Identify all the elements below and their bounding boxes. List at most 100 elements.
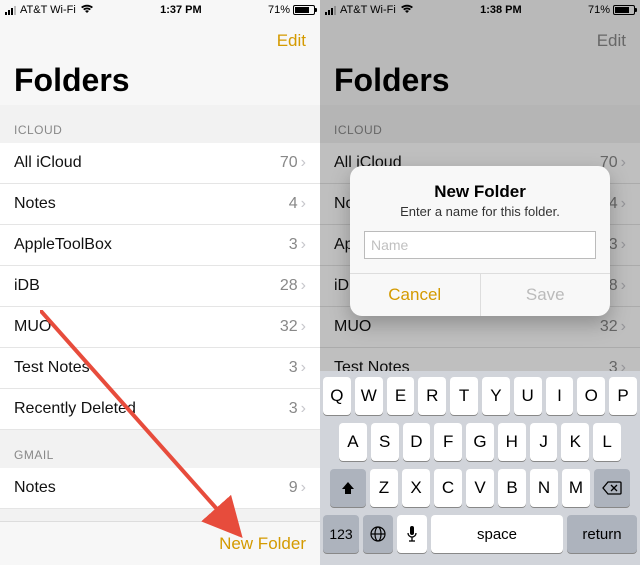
section-header-icloud: ICLOUD — [320, 105, 640, 143]
battery-icon — [293, 5, 315, 15]
chevron-right-icon: › — [301, 154, 306, 172]
chevron-right-icon: › — [621, 154, 626, 172]
key-l[interactable]: L — [593, 423, 621, 461]
key-shift[interactable] — [330, 469, 366, 507]
status-bar: AT&T Wi-Fi 1:37 PM 71% — [0, 0, 320, 20]
chevron-right-icon: › — [301, 277, 306, 295]
key-y[interactable]: Y — [482, 377, 510, 415]
status-bar: AT&T Wi-Fi 1:38 PM 71% — [320, 0, 640, 20]
page-title: Folders — [320, 62, 640, 105]
key-n[interactable]: N — [530, 469, 558, 507]
key-d[interactable]: D — [403, 423, 431, 461]
key-return[interactable]: return — [567, 515, 637, 553]
battery-pct: 71% — [268, 4, 290, 16]
wifi-icon — [400, 3, 414, 17]
folder-row[interactable]: Notes9› — [0, 468, 320, 509]
folder-row[interactable]: Test Notes3› — [0, 348, 320, 389]
folder-count: 70 — [280, 154, 298, 172]
key-v[interactable]: V — [466, 469, 494, 507]
chevron-right-icon: › — [301, 195, 306, 213]
navbar: Edit — [320, 20, 640, 62]
key-m[interactable]: M — [562, 469, 590, 507]
key-t[interactable]: T — [450, 377, 478, 415]
key-w[interactable]: W — [355, 377, 383, 415]
section-header-gmail: GMAIL — [0, 430, 320, 468]
key-backspace[interactable] — [594, 469, 630, 507]
new-folder-button[interactable]: New Folder — [219, 534, 306, 554]
key-p[interactable]: P — [609, 377, 637, 415]
folder-label: MUO — [334, 318, 600, 336]
chevron-right-icon: › — [301, 359, 306, 377]
key-o[interactable]: O — [577, 377, 605, 415]
battery-pct: 71% — [588, 4, 610, 16]
key-123[interactable]: 123 — [323, 515, 359, 553]
edit-button[interactable]: Edit — [597, 31, 626, 51]
navbar: Edit — [0, 20, 320, 62]
key-mic[interactable] — [397, 515, 427, 553]
chevron-right-icon: › — [301, 236, 306, 254]
chevron-right-icon: › — [621, 277, 626, 295]
key-j[interactable]: J — [530, 423, 558, 461]
cancel-button[interactable]: Cancel — [350, 274, 481, 316]
key-f[interactable]: F — [434, 423, 462, 461]
key-globe[interactable] — [363, 515, 393, 553]
folder-count: 3 — [289, 236, 298, 254]
folder-label: MUO — [14, 318, 280, 336]
page-title: Folders — [0, 62, 320, 105]
key-r[interactable]: R — [418, 377, 446, 415]
folder-row[interactable]: MUO32› — [0, 307, 320, 348]
folder-row[interactable]: iDB28› — [0, 266, 320, 307]
edit-button[interactable]: Edit — [277, 31, 306, 51]
folder-label: Recently Deleted — [14, 400, 289, 418]
chevron-right-icon: › — [621, 236, 626, 254]
key-space[interactable]: space — [431, 515, 563, 553]
carrier-label: AT&T Wi-Fi — [340, 4, 396, 16]
folder-count: 4 — [609, 195, 618, 213]
carrier-label: AT&T Wi-Fi — [20, 4, 76, 16]
key-c[interactable]: C — [434, 469, 462, 507]
folder-count: 4 — [289, 195, 298, 213]
chevron-right-icon: › — [621, 318, 626, 336]
chevron-right-icon: › — [301, 479, 306, 497]
key-i[interactable]: I — [546, 377, 574, 415]
folder-row[interactable]: Notes4› — [0, 184, 320, 225]
folder-row[interactable]: AppleToolBox3› — [0, 225, 320, 266]
phone-left: AT&T Wi-Fi 1:37 PM 71% Edit Folders ICLO… — [0, 0, 320, 565]
keyboard: Q W E R T Y U I O P A S D F G H J K L Z … — [320, 371, 640, 565]
key-q[interactable]: Q — [323, 377, 351, 415]
folder-count: 32 — [600, 318, 618, 336]
key-b[interactable]: B — [498, 469, 526, 507]
key-x[interactable]: X — [402, 469, 430, 507]
key-a[interactable]: A — [339, 423, 367, 461]
save-button[interactable]: Save — [481, 274, 611, 316]
alert-message: Enter a name for this folder. — [350, 204, 610, 231]
key-k[interactable]: K — [561, 423, 589, 461]
key-u[interactable]: U — [514, 377, 542, 415]
key-e[interactable]: E — [387, 377, 415, 415]
folder-count: 28 — [280, 277, 298, 295]
key-g[interactable]: G — [466, 423, 494, 461]
section-header-icloud: ICLOUD — [0, 105, 320, 143]
chevron-right-icon: › — [301, 318, 306, 336]
key-z[interactable]: Z — [370, 469, 398, 507]
alert-title: New Folder — [350, 166, 610, 204]
clock: 1:37 PM — [160, 4, 202, 16]
folder-label: Notes — [14, 195, 289, 213]
folder-list: ICLOUD All iCloud70› Notes4› AppleToolBo… — [0, 105, 320, 547]
folder-row[interactable]: Recently Deleted3› — [0, 389, 320, 430]
folder-count: 3 — [609, 236, 618, 254]
folder-count: 9 — [289, 479, 298, 497]
folder-count: 32 — [280, 318, 298, 336]
wifi-icon — [80, 3, 94, 17]
phone-right: AT&T Wi-Fi 1:38 PM 71% Edit Folders ICLO… — [320, 0, 640, 565]
folder-name-input[interactable] — [364, 231, 596, 259]
key-h[interactable]: H — [498, 423, 526, 461]
signal-bars-icon — [5, 6, 16, 15]
clock: 1:38 PM — [480, 4, 522, 16]
battery-icon — [613, 5, 635, 15]
key-s[interactable]: S — [371, 423, 399, 461]
folder-row[interactable]: All iCloud70› — [0, 143, 320, 184]
folder-label: Notes — [14, 479, 289, 497]
bottom-toolbar: New Folder — [0, 521, 320, 565]
folder-count: 3 — [289, 359, 298, 377]
